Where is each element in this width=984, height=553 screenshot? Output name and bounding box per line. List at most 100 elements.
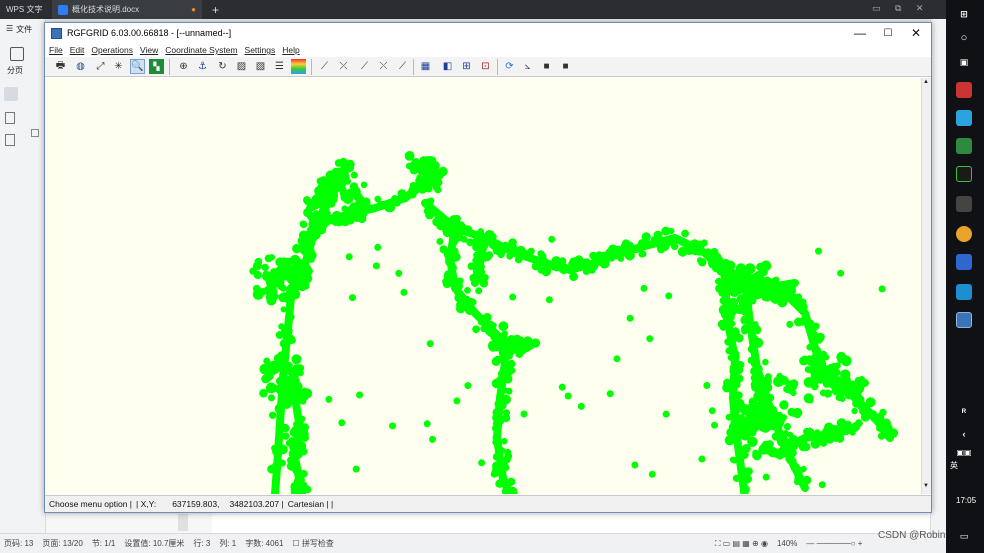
list-icon[interactable]: ☰ (272, 59, 287, 74)
minimize-button[interactable]: — (846, 23, 874, 43)
wps-icon[interactable] (956, 254, 972, 270)
app-icon-2[interactable] (956, 110, 972, 126)
menu-operations[interactable]: Operations (91, 45, 133, 55)
sample-point (761, 293, 768, 300)
sample-point (303, 207, 313, 218)
grid-edit-icon[interactable]: ▨ (234, 59, 249, 74)
sample-point (725, 413, 733, 421)
outline-icon[interactable] (4, 87, 18, 101)
sample-point (569, 272, 578, 282)
grid-insert-icon[interactable]: ◧ (440, 59, 455, 74)
app-icon-1[interactable] (956, 82, 972, 98)
grid-delete-icon[interactable]: ⊡ (478, 59, 493, 74)
new-tab-label: + (212, 2, 220, 17)
spellcheck-button[interactable]: ☐ 拼写检查 (292, 538, 333, 549)
menu-view[interactable]: View (140, 45, 158, 55)
sample-point (259, 388, 268, 398)
title-bar[interactable]: RGFGRID 6.03.00.66818 - [--unnamed--] — … (45, 23, 931, 43)
black-grid-icon[interactable]: ■ (539, 59, 554, 74)
sample-point (831, 386, 841, 396)
scroll-up-icon[interactable]: ▲ (923, 79, 929, 85)
sample-point (352, 465, 360, 473)
measure-icon[interactable]: ⦣ (520, 59, 535, 74)
people-icon[interactable]: ᴿ (956, 404, 972, 420)
sample-point (268, 254, 276, 261)
sample-point (598, 257, 606, 265)
refresh-icon[interactable]: ↻ (215, 59, 230, 74)
tab-document[interactable]: 概化技术说明.docx ● (52, 0, 202, 19)
task-view-icon[interactable]: ▣ (956, 54, 972, 70)
rgfgrid-taskbar-icon[interactable] (956, 312, 972, 328)
sample-point (696, 257, 704, 264)
clock[interactable]: 17:05 (956, 496, 976, 505)
wps-file-menu[interactable]: ☰ 文件 (6, 24, 32, 35)
collapse-icon[interactable] (31, 129, 39, 137)
sample-point (842, 375, 852, 385)
sample-point (514, 255, 523, 264)
split-spline-icon[interactable]: ⤬ (376, 59, 391, 74)
sample-point (436, 238, 444, 245)
add-point-icon[interactable]: ⊕ (176, 59, 191, 74)
tab-wps[interactable]: WPS 文字 (0, 0, 50, 19)
maximize-button[interactable]: ☐ (874, 23, 902, 43)
sample-point (328, 188, 338, 198)
sample-point (711, 263, 720, 272)
grid-split-icon[interactable]: ⊞ (459, 59, 474, 74)
print-icon[interactable]: 🖶 (53, 59, 68, 74)
sample-point (613, 355, 621, 363)
close-button[interactable]: ✕ (902, 23, 930, 43)
spline-icon[interactable]: ⟋ (317, 59, 332, 74)
app-icon-8[interactable] (956, 284, 972, 300)
ime-indicator[interactable]: 英 (950, 460, 958, 471)
bookmark-icon[interactable] (5, 134, 15, 146)
globe-icon[interactable]: ◍ (73, 59, 88, 74)
zoom-center-icon[interactable]: ✳ (111, 59, 126, 74)
insert-spline-point-icon[interactable]: ⟋ (395, 59, 410, 74)
anchor-icon[interactable]: ⚓ (195, 59, 210, 74)
search-icon[interactable]: ○ (956, 30, 972, 46)
sample-point (711, 421, 718, 429)
map-canvas[interactable] (45, 78, 921, 494)
windows-start-icon[interactable]: ⊞ (956, 6, 972, 22)
scroll-down-icon[interactable]: ▼ (923, 483, 929, 489)
sample-point (497, 414, 504, 421)
pagination-icon[interactable] (10, 47, 24, 61)
tray-icons[interactable]: ▣▣ (956, 444, 972, 460)
color-scale-icon[interactable] (291, 59, 306, 74)
grid-icon[interactable]: ▦ (418, 59, 433, 74)
browser-window-controls[interactable]: ▭ ⧉ ✕ (872, 3, 929, 14)
pycharm-icon[interactable] (956, 166, 972, 182)
menu-file[interactable]: File (49, 45, 63, 55)
app-icon-5[interactable] (956, 196, 972, 212)
chevron-up-icon[interactable]: ‹ (956, 426, 972, 442)
sample-point (261, 263, 269, 272)
delete-spline-icon[interactable]: ⤫ (336, 59, 351, 74)
sample-point (325, 395, 333, 403)
app-icon-3[interactable] (956, 138, 972, 154)
grid-view-icon[interactable]: ▚ (149, 59, 164, 74)
zoom-box-icon[interactable]: 🔍 (130, 59, 145, 74)
chrome-icon[interactable] (956, 226, 972, 242)
sample-point (753, 415, 763, 425)
black-grid-icon-2[interactable]: ■ (558, 59, 573, 74)
grid-refine-icon[interactable]: ▧ (253, 59, 268, 74)
vertical-scrollbar[interactable]: ▲ ▼ (921, 78, 931, 494)
sample-point (506, 252, 514, 260)
move-spline-icon[interactable]: ⟋ (357, 59, 372, 74)
menu-edit[interactable]: Edit (70, 45, 85, 55)
zoom-extent-icon[interactable]: ⤢ (93, 59, 108, 74)
sample-point (564, 392, 572, 400)
new-tab-button[interactable]: + (206, 0, 228, 19)
view-mode-icons[interactable]: ⛶ ▭ ▤ ▦ ⊕ ◉ (715, 539, 768, 549)
sample-point (394, 200, 401, 207)
sample-point (783, 423, 792, 431)
sample-point (735, 453, 745, 463)
menu-help[interactable]: Help (282, 45, 299, 55)
page-icon[interactable] (5, 112, 15, 124)
orthogonalise-icon[interactable]: ⟳ (502, 59, 517, 74)
status-section: 节: 1/1 (91, 539, 116, 548)
menu-coordinate-system[interactable]: Coordinate System (165, 45, 237, 55)
menu-settings[interactable]: Settings (245, 45, 276, 55)
zoom-slider[interactable]: — ──────○ + (806, 539, 862, 548)
notification-icon[interactable]: ▭ (956, 528, 972, 544)
